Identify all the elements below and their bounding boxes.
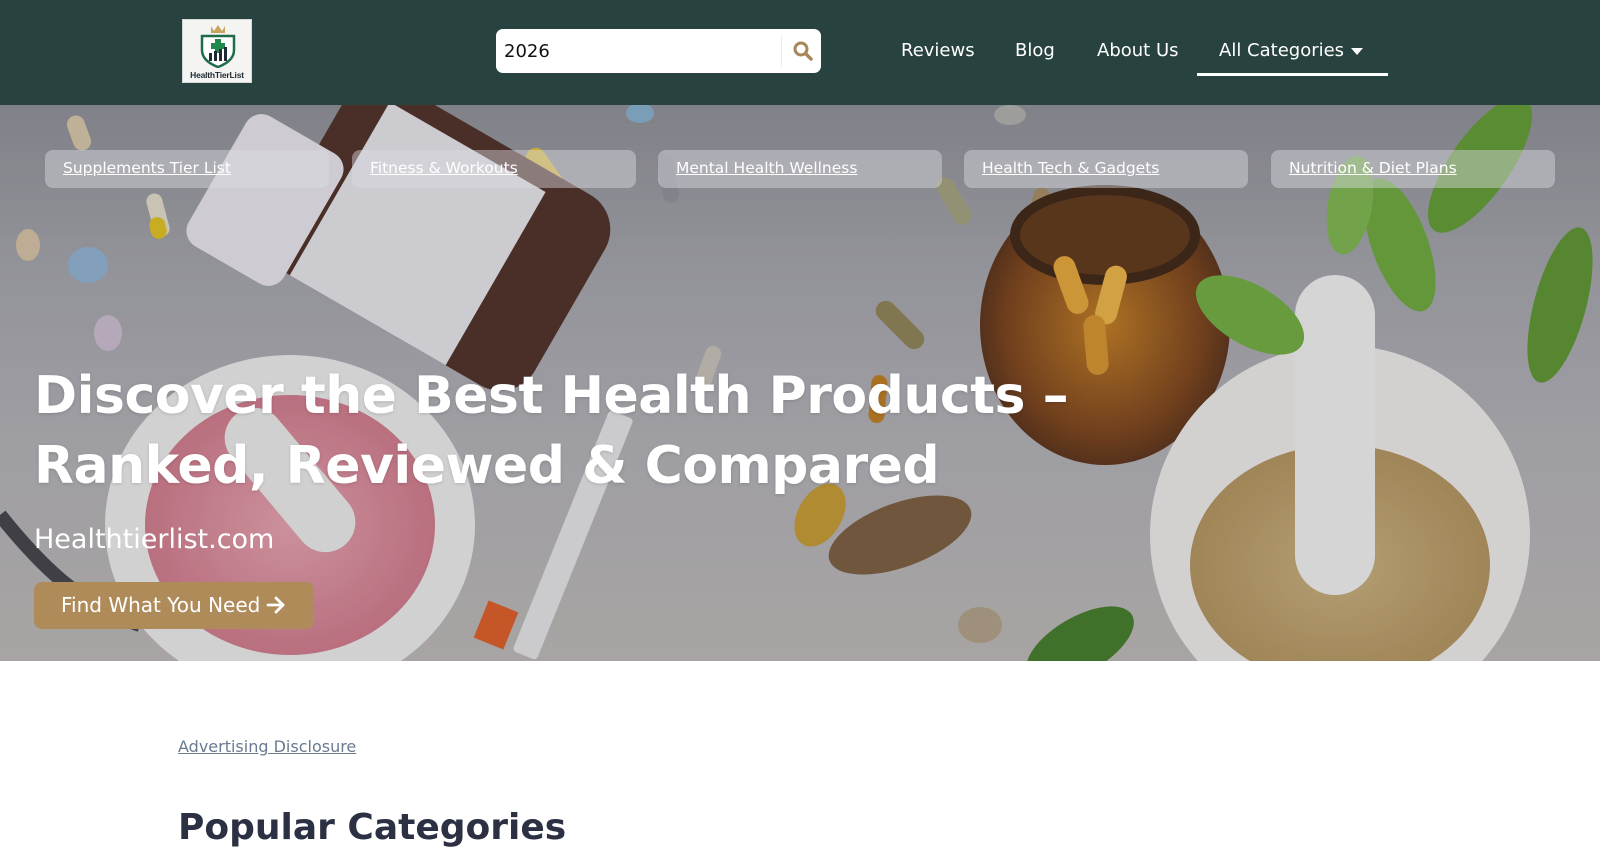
category-link-fitness: Fitness & Workouts xyxy=(352,150,636,188)
category-link-supplements: Supplements Tier List xyxy=(45,150,329,188)
shield-logo-icon xyxy=(200,25,236,68)
category-link-nutrition: Nutrition & Diet Plans xyxy=(1271,150,1555,188)
category-link-label[interactable]: Health Tech & Gadgets xyxy=(982,159,1159,177)
cta-label: Find What You Need xyxy=(61,593,261,617)
site-logo[interactable]: HealthTierList xyxy=(182,19,252,83)
popular-categories-heading: Popular Categories xyxy=(178,807,567,848)
nav-all-categories[interactable]: All Categories xyxy=(1197,24,1388,76)
logo-wordmark: HealthTierList xyxy=(190,70,244,80)
search-input[interactable] xyxy=(496,29,781,73)
caret-down-icon xyxy=(1351,48,1363,55)
find-what-you-need-button[interactable]: Find What You Need xyxy=(34,582,314,629)
search-icon xyxy=(793,41,813,61)
hero-subtitle: Healthtierlist.com xyxy=(34,524,275,555)
nav-blog[interactable]: Blog xyxy=(1015,40,1055,61)
category-link-label[interactable]: Supplements Tier List xyxy=(63,159,231,177)
advertising-disclosure-link[interactable]: Advertising Disclosure xyxy=(178,737,356,756)
search-bar xyxy=(496,29,821,73)
arrow-right-icon xyxy=(266,596,285,614)
hero-title: Discover the Best Health Products – Rank… xyxy=(34,366,1069,496)
nav-reviews[interactable]: Reviews xyxy=(901,40,975,61)
hero-banner: Supplements Tier List Fitness & Workouts… xyxy=(0,105,1600,661)
category-link-label[interactable]: Mental Health Wellness xyxy=(676,159,857,177)
search-button[interactable] xyxy=(784,29,821,73)
category-link-label[interactable]: Fitness & Workouts xyxy=(370,159,518,177)
category-link-label[interactable]: Nutrition & Diet Plans xyxy=(1289,159,1457,177)
site-header: HealthTierList Reviews Blog About Us All… xyxy=(0,0,1600,105)
search-divider xyxy=(781,35,782,67)
category-link-mental-health: Mental Health Wellness xyxy=(658,150,942,188)
category-link-health-tech: Health Tech & Gadgets xyxy=(964,150,1248,188)
all-categories-label: All Categories xyxy=(1219,40,1345,61)
nav-about-us[interactable]: About Us xyxy=(1097,40,1179,61)
